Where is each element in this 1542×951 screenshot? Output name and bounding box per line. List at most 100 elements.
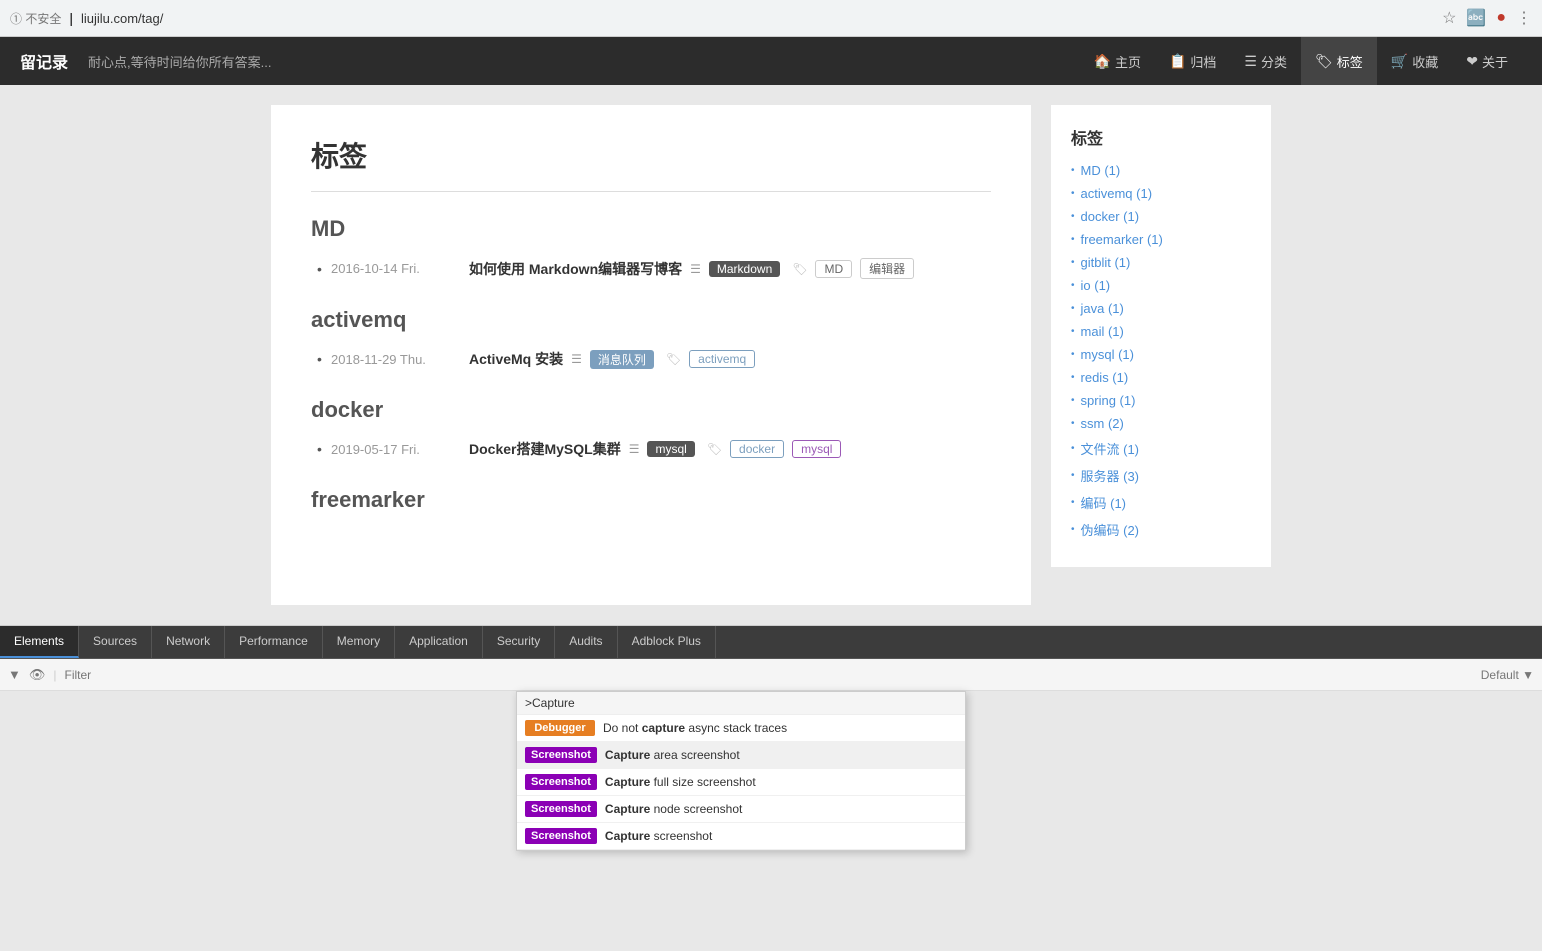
nav-logo[interactable]: 留记录: [20, 49, 68, 73]
home-icon: 🏠: [1094, 53, 1111, 70]
tab-adblock[interactable]: Adblock Plus: [618, 626, 716, 658]
sidebar-link-bm[interactable]: 编码 (1): [1081, 493, 1127, 512]
bullet-icon: •: [1071, 165, 1075, 176]
bullet-icon: •: [1071, 257, 1075, 268]
category-badge[interactable]: Markdown: [709, 261, 780, 277]
tab-security[interactable]: Security: [483, 626, 555, 658]
sidebar-item-wjl: • 文件流 (1): [1071, 439, 1251, 458]
post-date: 2018-11-29 Thu.: [331, 352, 461, 367]
nav-item-about[interactable]: ❤ 关于: [1452, 37, 1522, 85]
user-icon[interactable]: ●: [1496, 9, 1506, 27]
post-tag-activemq[interactable]: activemq: [689, 350, 755, 368]
tab-elements[interactable]: Elements: [0, 626, 79, 658]
autocomplete-text-area: Capture area screenshot: [605, 748, 740, 762]
bookmark-icon[interactable]: ☆: [1442, 8, 1456, 28]
menu-icon[interactable]: ⋮: [1516, 8, 1532, 28]
autocomplete-text-screenshot: Capture screenshot: [605, 829, 712, 843]
list-item: 2018-11-29 Thu. ActiveMq 安装 ☰ 消息队列 🏷 act…: [311, 349, 991, 369]
autocomplete-text-node: Capture node screenshot: [605, 802, 742, 816]
sidebar-item-io: • io (1): [1071, 278, 1251, 293]
post-tag-docker[interactable]: docker: [730, 440, 784, 458]
sidebar-item-redis: • redis (1): [1071, 370, 1251, 385]
tab-memory[interactable]: Memory: [323, 626, 395, 658]
sidebar-link-freemarker[interactable]: freemarker (1): [1081, 232, 1163, 247]
nav-item-collect[interactable]: 🛒 收藏: [1377, 37, 1452, 85]
arrow-down-icon[interactable]: ▼: [8, 667, 21, 682]
sidebar-link-spring[interactable]: spring (1): [1081, 393, 1136, 408]
sidebar-item-ssm: • ssm (2): [1071, 416, 1251, 431]
tag-label-icon: 🏷: [792, 262, 807, 276]
tab-application[interactable]: Application: [395, 626, 483, 658]
devtools-default-label[interactable]: Default ▼: [1481, 668, 1534, 682]
nav-label-category: 分类: [1261, 52, 1287, 71]
sidebar-link-md[interactable]: MD (1): [1081, 163, 1121, 178]
eye-icon[interactable]: 👁: [29, 667, 46, 683]
bullet-icon: •: [1071, 524, 1075, 535]
tab-performance[interactable]: Performance: [225, 626, 323, 658]
sidebar-link-mail[interactable]: mail (1): [1081, 324, 1124, 339]
nav-item-category[interactable]: ☰ 分类: [1230, 37, 1301, 85]
tag-section-freemarker: freemarker: [311, 487, 991, 513]
page-background: 标签 MD 2016-10-14 Fri. 如何使用 Markdown编辑器写博…: [0, 85, 1542, 625]
sidebar-item-spring: • spring (1): [1071, 393, 1251, 408]
sidebar-link-mysql[interactable]: mysql (1): [1081, 347, 1134, 362]
devtools-toolbar: ▼ 👁 | Default ▼: [0, 659, 1542, 691]
section-title-docker: docker: [311, 397, 991, 423]
page-title: 标签: [311, 135, 991, 192]
category-badge[interactable]: mysql: [647, 441, 694, 457]
sidebar-link-docker[interactable]: docker (1): [1081, 209, 1140, 224]
sidebar-link-ssm[interactable]: ssm (2): [1081, 416, 1124, 431]
screenshot-badge-3: Screenshot: [525, 801, 597, 817]
sidebar: 标签 • MD (1) • activemq (1) • docker (1) …: [1051, 105, 1271, 567]
sidebar-link-wjl[interactable]: 文件流 (1): [1081, 439, 1140, 458]
sidebar-link-wbm[interactable]: 伪编码 (2): [1081, 520, 1140, 539]
sidebar-link-fwq[interactable]: 服务器 (3): [1081, 466, 1140, 485]
nav-item-home[interactable]: 🏠 主页: [1080, 37, 1155, 85]
translate-icon[interactable]: 🔤: [1466, 8, 1486, 28]
tag-section-docker: docker 2019-05-17 Fri. Docker搭建MySQL集群 ☰…: [311, 397, 991, 459]
url-separator: |: [69, 10, 73, 26]
bullet-icon: •: [1071, 280, 1075, 291]
post-title[interactable]: ActiveMq 安装: [469, 349, 563, 369]
filter-input[interactable]: [65, 668, 1473, 682]
table-icon: ☰: [690, 262, 701, 276]
post-tag-editor[interactable]: 编辑器: [860, 258, 914, 279]
screenshot-badge-2: Screenshot: [525, 774, 597, 790]
sidebar-link-gitblit[interactable]: gitblit (1): [1081, 255, 1131, 270]
tag-icon: 🏷: [1315, 53, 1333, 70]
post-title[interactable]: 如何使用 Markdown编辑器写博客: [469, 259, 682, 279]
sidebar-link-activemq[interactable]: activemq (1): [1081, 186, 1153, 201]
sidebar-item-gitblit: • gitblit (1): [1071, 255, 1251, 270]
tab-network[interactable]: Network: [152, 626, 225, 658]
tag-label-icon: 🏷: [666, 352, 681, 366]
devtools-tabs: Elements Sources Network Performance Mem…: [0, 626, 1542, 659]
tab-audits[interactable]: Audits: [555, 626, 617, 658]
bullet-icon: •: [1071, 372, 1075, 383]
autocomplete-dropdown: >Capture Debugger Do not capture async s…: [516, 691, 966, 851]
tab-sources[interactable]: Sources: [79, 626, 152, 658]
tag-section-activemq: activemq 2018-11-29 Thu. ActiveMq 安装 ☰ 消…: [311, 307, 991, 369]
nav-item-tag[interactable]: 🏷 标签: [1301, 37, 1377, 85]
nav-item-archive[interactable]: 📋 归档: [1155, 37, 1230, 85]
browser-icons: ☆ 🔤 ● ⋮: [1442, 8, 1532, 28]
post-tag-mysql[interactable]: mysql: [792, 440, 841, 458]
sidebar-link-redis[interactable]: redis (1): [1081, 370, 1129, 385]
post-tag-md[interactable]: MD: [815, 260, 852, 278]
url-display[interactable]: liujilu.com/tag/: [81, 11, 163, 26]
sidebar-link-java[interactable]: java (1): [1081, 301, 1124, 316]
post-date: 2016-10-14 Fri.: [331, 261, 461, 276]
bullet-icon: •: [1071, 418, 1075, 429]
autocomplete-item-screenshot-node[interactable]: Screenshot Capture node screenshot: [517, 796, 965, 823]
sidebar-link-io[interactable]: io (1): [1081, 278, 1111, 293]
autocomplete-item-screenshot-area[interactable]: Screenshot Capture area screenshot: [517, 742, 965, 769]
autocomplete-item-screenshot[interactable]: Screenshot Capture screenshot: [517, 823, 965, 850]
sidebar-item-bm: • 编码 (1): [1071, 493, 1251, 512]
screenshot-badge-4: Screenshot: [525, 828, 597, 844]
post-title[interactable]: Docker搭建MySQL集群: [469, 439, 621, 459]
autocomplete-item-debugger[interactable]: Debugger Do not capture async stack trac…: [517, 715, 965, 742]
nav-label-about: 关于: [1482, 52, 1508, 71]
nav-bar: 留记录 耐心点,等待时间给你所有答案... 🏠 主页 📋 归档 ☰ 分类 🏷 标…: [0, 37, 1542, 85]
category-badge[interactable]: 消息队列: [590, 350, 654, 369]
autocomplete-item-screenshot-full[interactable]: Screenshot Capture full size screenshot: [517, 769, 965, 796]
nav-label-tag: 标签: [1337, 52, 1363, 71]
